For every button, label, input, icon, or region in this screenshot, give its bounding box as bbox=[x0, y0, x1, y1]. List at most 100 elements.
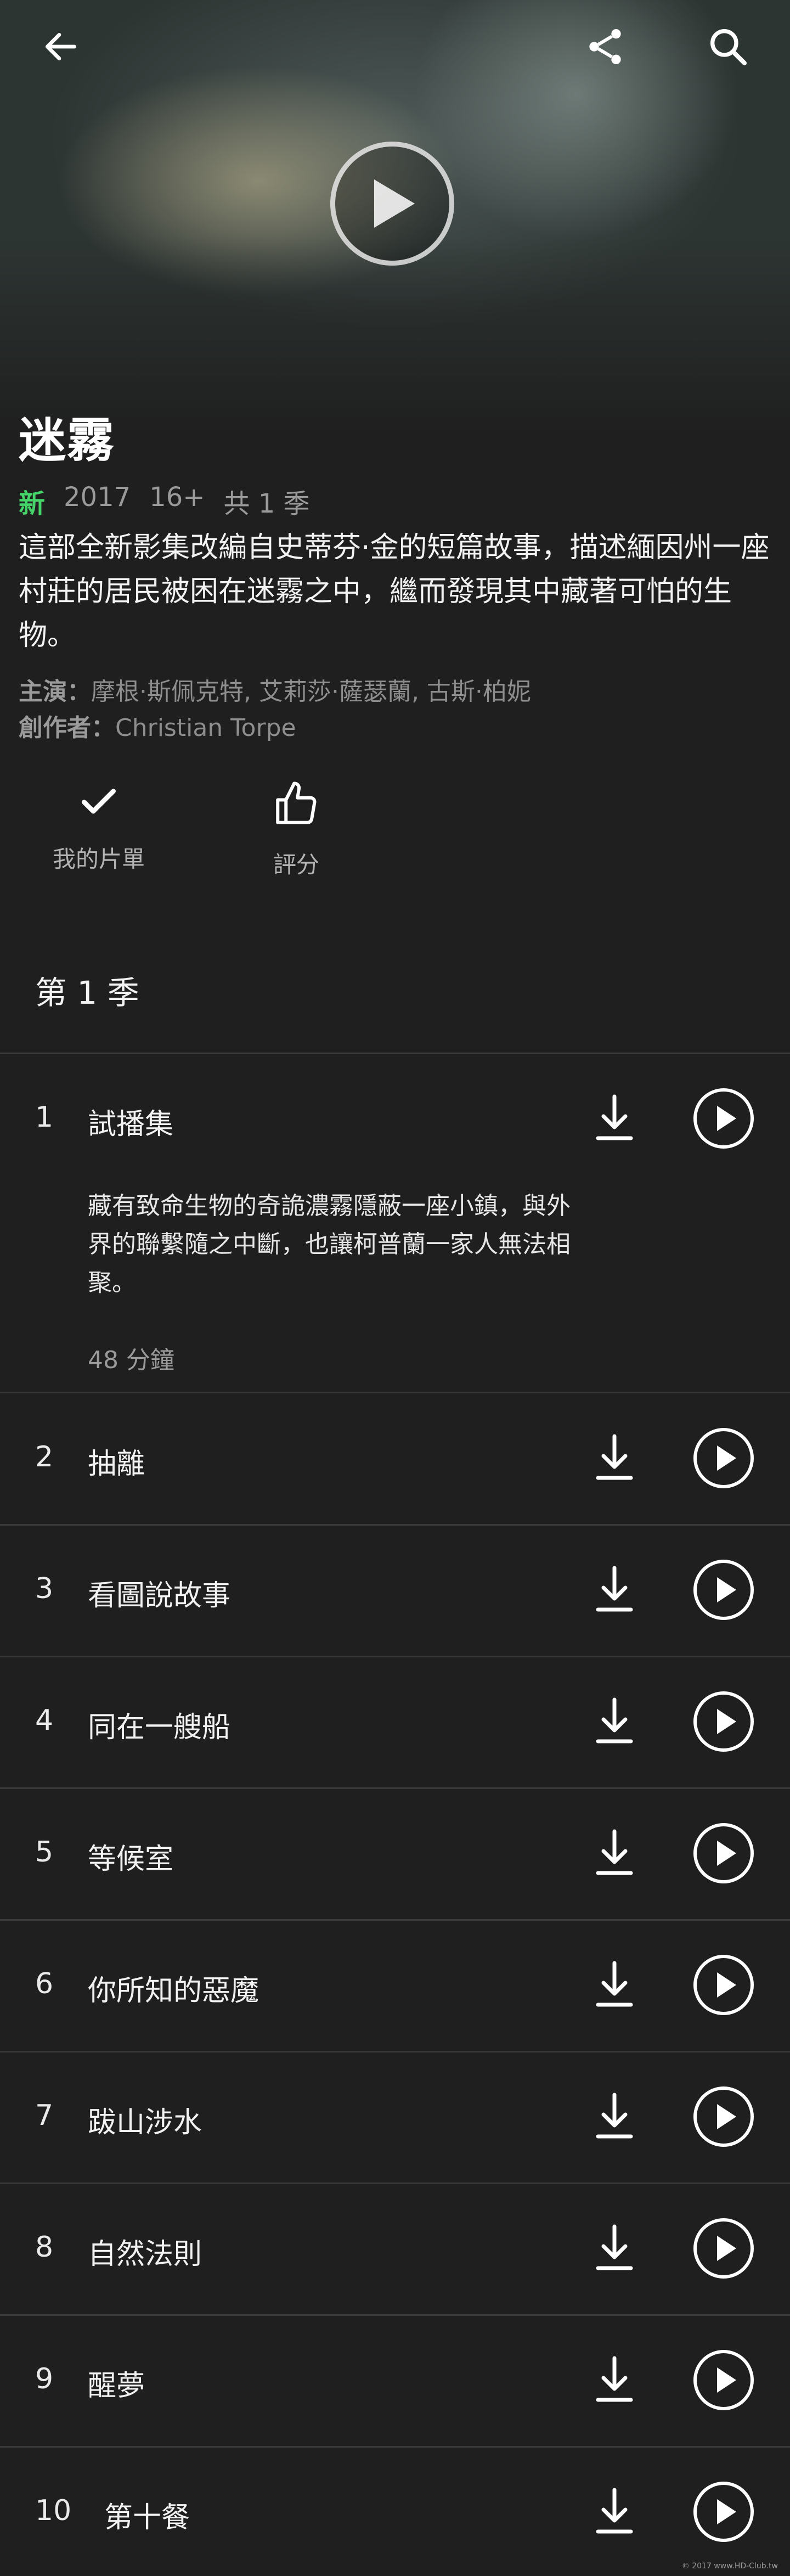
play-icon bbox=[693, 2086, 754, 2147]
episode-title: 第十餐 bbox=[104, 2501, 190, 2534]
creator-name: Christian Torpe bbox=[115, 714, 296, 742]
download-icon bbox=[596, 2488, 633, 2534]
episode-title: 等候室 bbox=[88, 1843, 174, 1876]
thumbs-up-icon bbox=[276, 781, 317, 824]
download-icon bbox=[596, 1566, 633, 1612]
download-icon bbox=[596, 2224, 633, 2270]
download-button[interactable] bbox=[592, 1431, 636, 1486]
download-button[interactable] bbox=[592, 1826, 636, 1881]
divider bbox=[0, 2183, 790, 2184]
share-icon bbox=[589, 29, 621, 64]
check-icon bbox=[82, 789, 116, 814]
episode-description: 藏有致命生物的奇詭濃霧隱蔽一座小鎮，與外界的聯繫隨之中斷，也讓柯普蘭一家人無法相… bbox=[88, 1192, 571, 1297]
episode-number: 3 bbox=[35, 1572, 54, 1605]
download-button[interactable] bbox=[592, 2221, 636, 2276]
divider bbox=[0, 2446, 790, 2448]
play-icon bbox=[693, 2350, 754, 2410]
search-icon bbox=[710, 29, 747, 65]
play-icon bbox=[693, 1428, 754, 1488]
download-button[interactable] bbox=[592, 1091, 636, 1146]
back-button[interactable] bbox=[36, 22, 86, 71]
play-icon bbox=[693, 1088, 754, 1149]
episode-number: 6 bbox=[35, 1967, 54, 2000]
my-list-button[interactable]: 我的片單 bbox=[27, 779, 170, 874]
episode-number: 9 bbox=[35, 2363, 54, 2395]
play-episode-button[interactable] bbox=[692, 2217, 755, 2280]
play-icon bbox=[693, 1560, 754, 1620]
download-icon bbox=[596, 1961, 633, 2007]
play-icon bbox=[693, 2482, 754, 2542]
play-icon bbox=[693, 2218, 754, 2279]
play-episode-button[interactable] bbox=[692, 2349, 755, 2411]
season-selector[interactable]: 第 1 季 bbox=[35, 967, 139, 1013]
episode-number: 10 bbox=[35, 2494, 72, 2527]
release-year: 2017 bbox=[64, 482, 131, 513]
download-button[interactable] bbox=[592, 1562, 636, 1617]
arrow-left-icon bbox=[45, 33, 77, 60]
episode-number: 5 bbox=[35, 1836, 54, 1869]
episode-title: 自然法則 bbox=[88, 2238, 202, 2271]
download-button[interactable] bbox=[592, 1958, 636, 2012]
episode-title: 你所知的惡魔 bbox=[88, 1975, 259, 2007]
episode-number: 4 bbox=[35, 1704, 54, 1737]
play-episode-button[interactable] bbox=[692, 2085, 755, 2148]
play-episode-button[interactable] bbox=[692, 1427, 755, 1489]
creator-line: 創作者：Christian Torpe bbox=[19, 710, 531, 746]
download-icon bbox=[596, 2356, 633, 2402]
divider bbox=[0, 2051, 790, 2052]
show-description: 這部全新影集改編自史蒂芬·金的短篇故事，描述緬因州一座村莊的居民被困在迷霧之中，… bbox=[19, 531, 770, 652]
cast-line: 主演：摩根·斯佩克特, 艾莉莎·薩瑟蘭, 古斯·柏妮 bbox=[19, 674, 531, 710]
episode-title: 同在一艘船 bbox=[88, 1711, 231, 1744]
download-button[interactable] bbox=[592, 2353, 636, 2408]
episode-title: 醒夢 bbox=[88, 2370, 145, 2403]
credits: 主演：摩根·斯佩克特, 艾莉莎·薩瑟蘭, 古斯·柏妮 創作者：Christian… bbox=[19, 674, 531, 746]
play-episode-button[interactable] bbox=[692, 2481, 755, 2543]
download-icon bbox=[596, 2093, 633, 2139]
play-icon bbox=[693, 1823, 754, 1883]
my-list-label: 我的片單 bbox=[52, 846, 145, 873]
divider bbox=[0, 1919, 790, 1921]
play-episode-button[interactable] bbox=[692, 1954, 755, 2016]
download-icon bbox=[596, 1697, 633, 1743]
divider bbox=[0, 2314, 790, 2316]
episode-title: 跋山涉水 bbox=[88, 2106, 202, 2139]
divider bbox=[0, 1053, 790, 1054]
play-episode-button[interactable] bbox=[692, 1690, 755, 1753]
download-button[interactable] bbox=[592, 2089, 636, 2144]
new-badge: 新 bbox=[19, 488, 46, 519]
episode-title: 看圖說故事 bbox=[88, 1579, 231, 1612]
play-episode-button[interactable] bbox=[692, 1822, 755, 1885]
download-icon bbox=[596, 1829, 633, 1875]
show-meta: 新 2017 16+ 共 1 季 bbox=[19, 482, 310, 520]
rate-label: 評分 bbox=[273, 851, 319, 878]
share-button[interactable] bbox=[580, 22, 630, 71]
episode-number: 1 bbox=[35, 1101, 54, 1134]
episode-title: 試播集 bbox=[88, 1108, 174, 1141]
rate-button[interactable]: 評分 bbox=[225, 779, 368, 880]
cast-names: 摩根·斯佩克特, 艾莉莎·薩瑟蘭, 古斯·柏妮 bbox=[91, 678, 531, 706]
episode-title: 抽離 bbox=[88, 1448, 145, 1481]
season-count: 共 1 季 bbox=[223, 488, 310, 519]
divider bbox=[0, 1392, 790, 1393]
show-title: 迷霧 bbox=[19, 413, 115, 468]
search-button[interactable] bbox=[703, 22, 753, 71]
download-button[interactable] bbox=[592, 2484, 636, 2539]
cast-label: 主演： bbox=[19, 678, 91, 706]
play-trailer-button[interactable] bbox=[330, 142, 454, 266]
creator-label: 創作者： bbox=[19, 714, 115, 742]
play-icon bbox=[374, 179, 415, 228]
play-episode-button[interactable] bbox=[692, 1559, 755, 1621]
episode-number: 8 bbox=[35, 2231, 54, 2264]
download-icon bbox=[596, 1094, 633, 1140]
play-episode-button[interactable] bbox=[692, 1087, 755, 1150]
watermark: © 2017 www.HD-Club.tw bbox=[681, 2562, 778, 2571]
divider bbox=[0, 1524, 790, 1526]
play-icon bbox=[693, 1691, 754, 1752]
maturity-rating: 16+ bbox=[149, 482, 205, 513]
download-button[interactable] bbox=[592, 1694, 636, 1749]
episode-number: 2 bbox=[35, 1441, 54, 1473]
episode-duration: 48 分鐘 bbox=[88, 1346, 174, 1374]
download-icon bbox=[596, 1434, 633, 1480]
play-icon bbox=[693, 1955, 754, 2015]
divider bbox=[0, 1787, 790, 1789]
